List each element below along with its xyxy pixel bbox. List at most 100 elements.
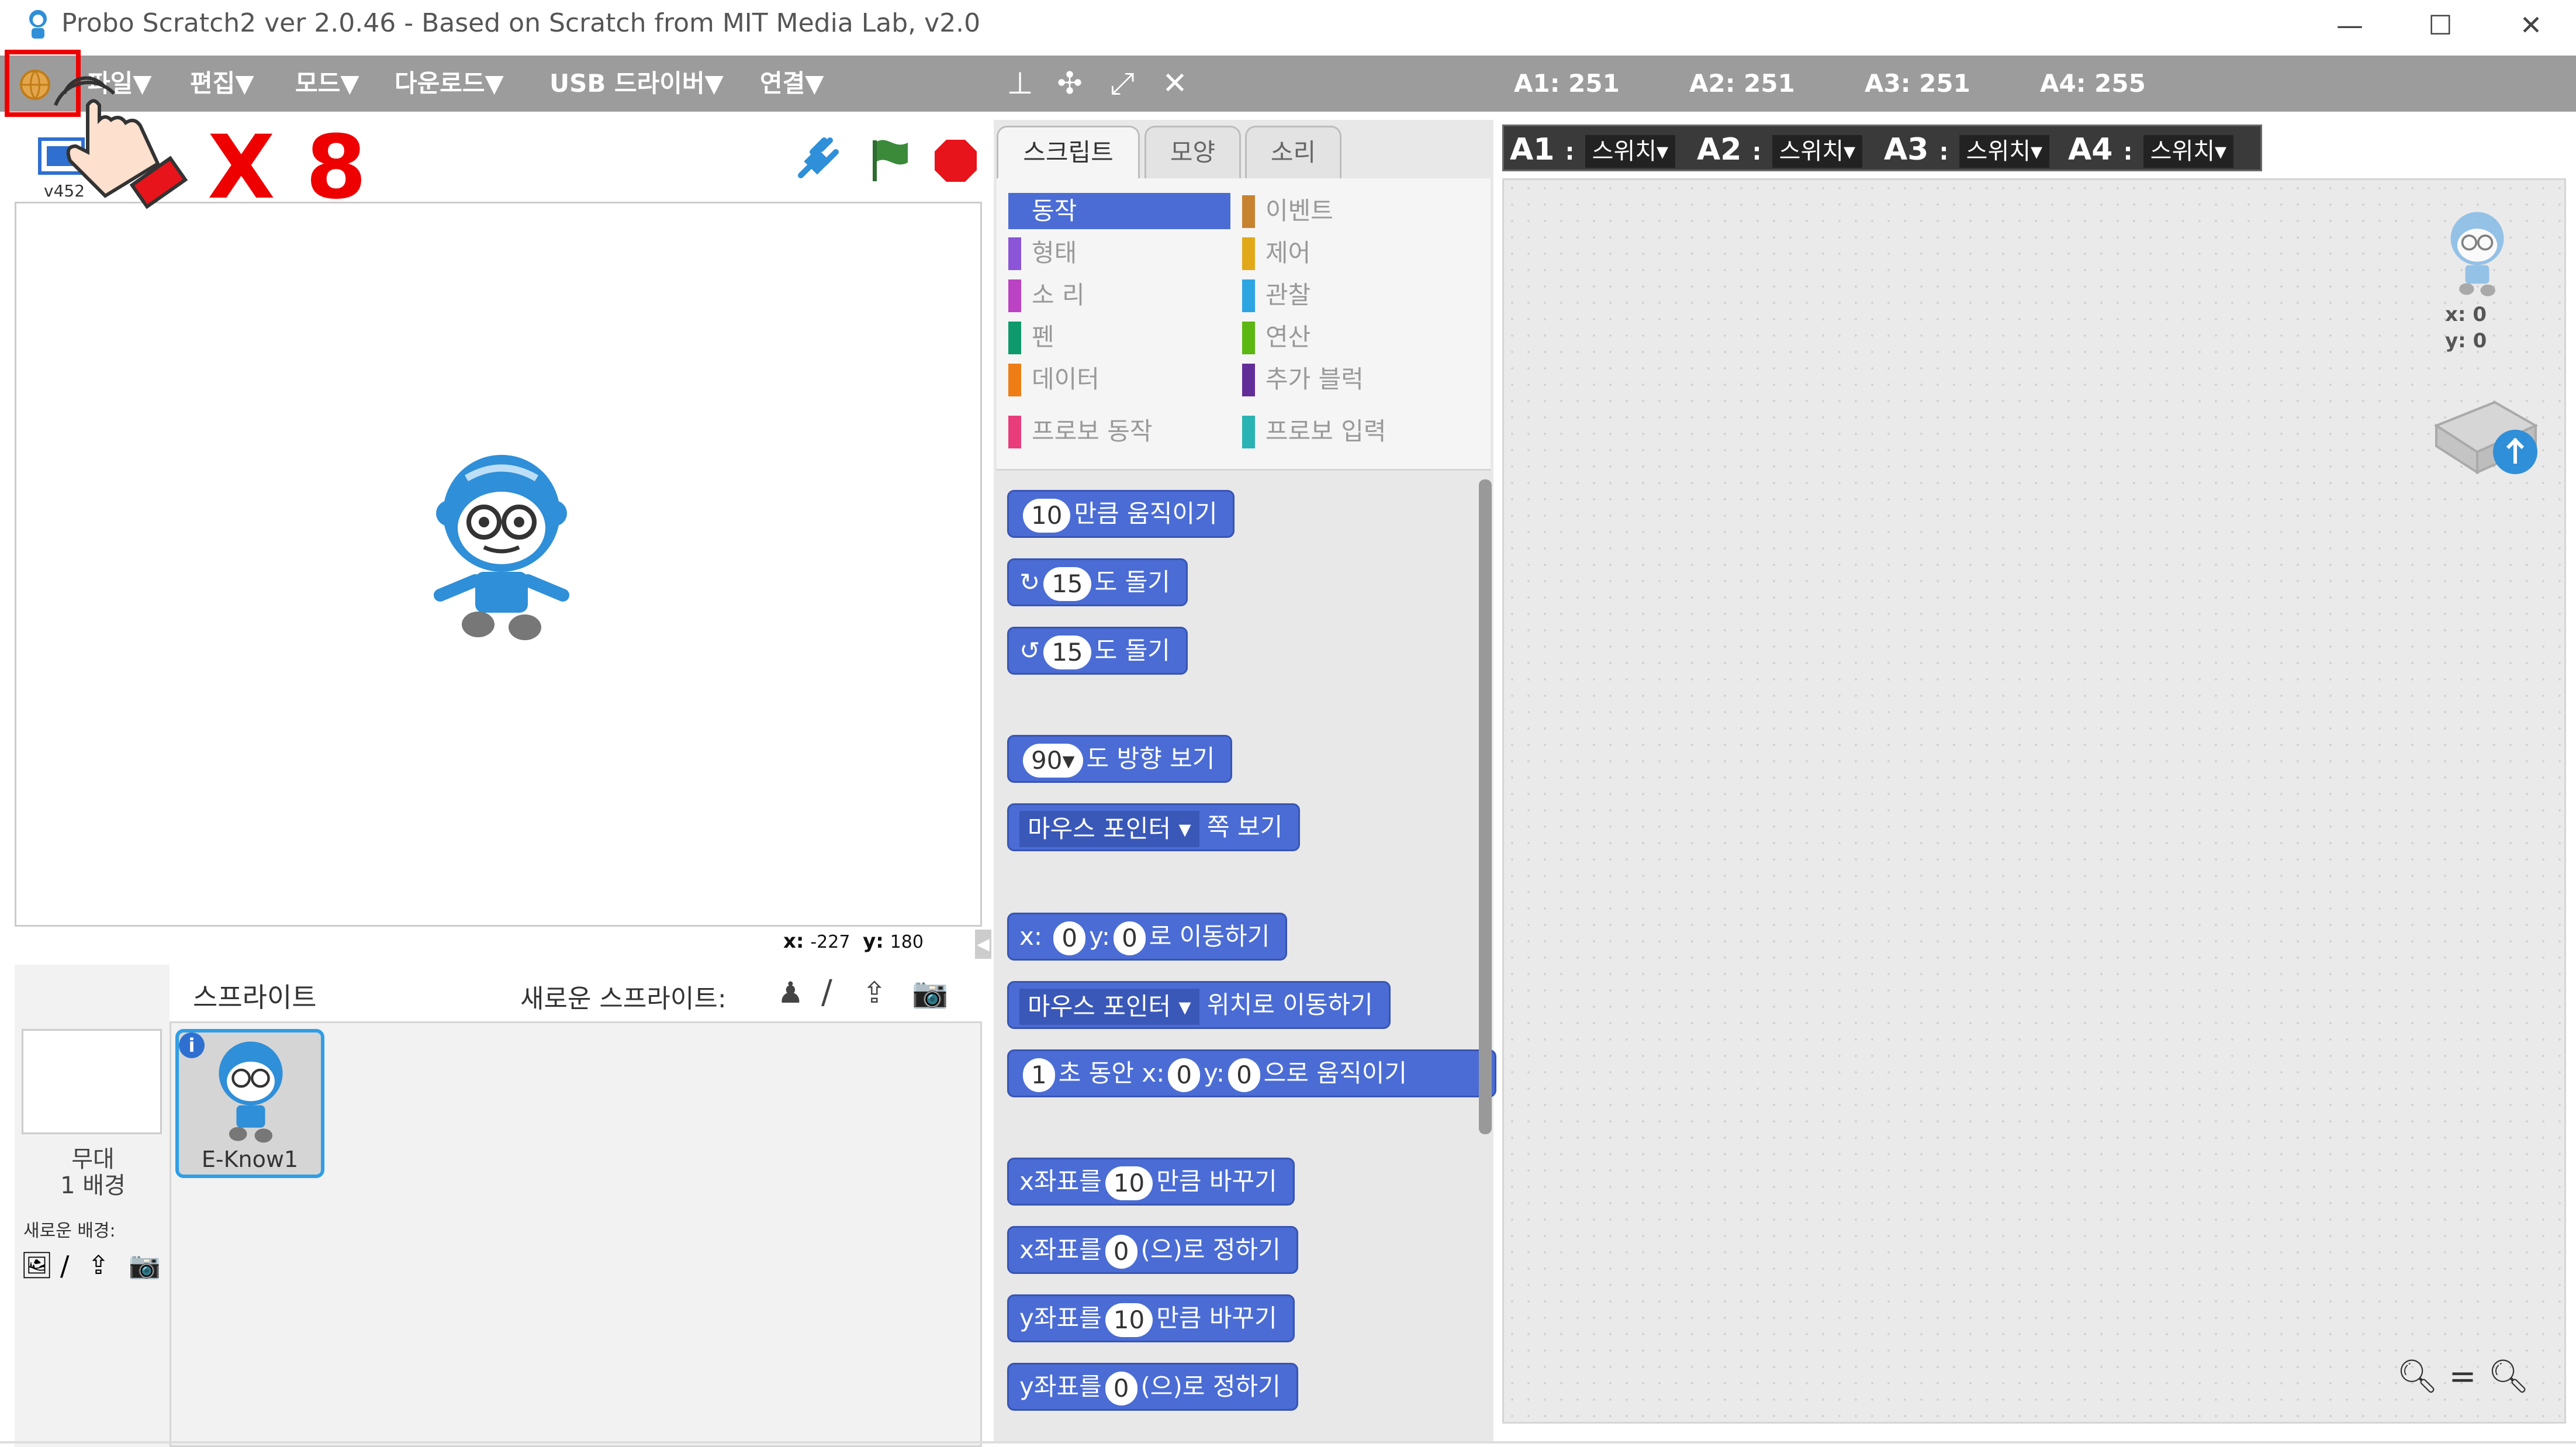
- stamp-icon[interactable]: ⊥: [1002, 66, 1038, 101]
- y-input[interactable]: 0: [1105, 1371, 1137, 1405]
- sprites-title: 스프라이트: [193, 982, 317, 1013]
- direction-dropdown[interactable]: 90▾: [1023, 743, 1083, 778]
- block-turn-left[interactable]: ↺ 15 도 돌기: [1007, 627, 1188, 675]
- block-text: 으로 움직이기: [1263, 1059, 1407, 1087]
- category-looks[interactable]: 형태: [1008, 235, 1230, 271]
- category-motion[interactable]: 동작: [1008, 193, 1230, 229]
- dx-input[interactable]: 10: [1105, 1166, 1153, 1200]
- category-more-blocks[interactable]: 추가 블럭: [1242, 361, 1464, 398]
- script-area[interactable]: x: 0 y: 0: [1502, 178, 2566, 1424]
- block-text: 쪽 보기: [1206, 813, 1283, 841]
- sprite-library-icon[interactable]: ♟: [777, 975, 812, 1010]
- switch-label: A4: [2068, 132, 2113, 167]
- sprite-upload-icon[interactable]: ⇪: [862, 975, 897, 1010]
- sprite-paint-brush-icon[interactable]: /: [821, 975, 850, 1010]
- block-text: x좌표를: [1019, 1167, 1102, 1196]
- coord-x-label: x:: [783, 930, 804, 953]
- y-input[interactable]: 0: [1228, 1058, 1260, 1092]
- category-label: 프로보 입력: [1265, 417, 1386, 446]
- category-operators[interactable]: 연산: [1242, 319, 1464, 355]
- palette-scrollbar[interactable]: [1479, 479, 1492, 1134]
- mouse-coordinates: x: -227 y: 180: [783, 930, 959, 959]
- menu-download[interactable]: 다운로드▼: [395, 56, 504, 112]
- switch-a4-dropdown[interactable]: 스위치▾: [2143, 135, 2234, 168]
- category-control[interactable]: 제어: [1242, 235, 1464, 271]
- probo-board-usb-icon[interactable]: [2425, 385, 2547, 478]
- bottom-divider: [0, 1441, 2576, 1443]
- block-change-x[interactable]: x좌표를 10 만큼 바꾸기: [1007, 1158, 1295, 1206]
- category-panel: 동작 형태 소 리 펜 데이터 프로보 동작 이벤트 제어 관찰 연산 추가 블…: [997, 178, 1491, 471]
- maximize-button[interactable]: ☐: [2405, 5, 2475, 46]
- switch-a3-dropdown[interactable]: 스위치▾: [1959, 135, 2050, 168]
- switch-a1-dropdown[interactable]: 스위치▾: [1585, 135, 1676, 168]
- sensor-a4: A4: 255: [2040, 69, 2146, 98]
- sprite-thumbnail-selected[interactable]: i E-Know1: [175, 1029, 324, 1178]
- menu-connect[interactable]: 연결▼: [760, 56, 824, 112]
- target-dropdown[interactable]: 마우스 포인터 ▾: [1019, 810, 1199, 847]
- block-go-to-xy[interactable]: x: 0 y: 0 로 이동하기: [1007, 913, 1288, 961]
- block-go-to[interactable]: 마우스 포인터 ▾ 위치로 이동하기: [1007, 981, 1391, 1029]
- e-know-sprite-icon[interactable]: [426, 449, 578, 642]
- y-input[interactable]: 0: [1114, 921, 1146, 955]
- tab-costumes[interactable]: 모양: [1144, 126, 1241, 178]
- block-text: 도 돌기: [1094, 636, 1170, 665]
- rotate-ccw-icon: ↺: [1019, 636, 1040, 665]
- block-glide[interactable]: 1초 동안 x: 0 y: 0 으로 움직이기: [1007, 1049, 1496, 1097]
- category-pen[interactable]: 펜: [1008, 319, 1230, 355]
- collapse-stage-arrow-icon[interactable]: ◀: [975, 930, 991, 959]
- zoom-reset-icon[interactable]: =: [2442, 1356, 2483, 1397]
- block-change-y[interactable]: y좌표를 10 만큼 바꾸기: [1007, 1294, 1295, 1342]
- backdrop-upload-icon[interactable]: ⇪: [88, 1251, 123, 1280]
- backdrop-camera-icon[interactable]: 📷: [129, 1251, 164, 1280]
- x-input[interactable]: 0: [1053, 921, 1086, 955]
- stage-canvas[interactable]: [15, 202, 982, 927]
- degrees-input[interactable]: 15: [1043, 635, 1091, 669]
- backdrop-paint-icon[interactable]: 🖼: [20, 1251, 56, 1280]
- x-input[interactable]: 0: [1105, 1234, 1137, 1269]
- seconds-input[interactable]: 1: [1023, 1058, 1055, 1092]
- block-turn-right[interactable]: ↻ 15 도 돌기: [1007, 558, 1188, 606]
- menu-edit[interactable]: 편집▼: [190, 56, 254, 112]
- stop-sign-icon[interactable]: [932, 137, 979, 184]
- dy-input[interactable]: 10: [1105, 1303, 1153, 1337]
- cut-icon[interactable]: ✣: [1052, 66, 1087, 101]
- tab-scripts[interactable]: 스크립트: [997, 126, 1140, 178]
- category-events[interactable]: 이벤트: [1242, 193, 1464, 229]
- x-input[interactable]: 0: [1168, 1058, 1201, 1092]
- sprite-info-icon[interactable]: i: [179, 1032, 205, 1058]
- stage-thumbnail[interactable]: [22, 1029, 162, 1134]
- green-flag-icon[interactable]: [862, 134, 915, 187]
- category-label: 추가 블럭: [1265, 365, 1364, 393]
- menu-usb-driver[interactable]: USB 드라이버▼: [549, 56, 724, 112]
- category-sound[interactable]: 소 리: [1008, 277, 1230, 313]
- block-text: 만큼 바꾸기: [1156, 1304, 1277, 1332]
- backdrop-brush-icon[interactable]: /: [60, 1251, 84, 1280]
- block-point-towards[interactable]: 마우스 포인터 ▾ 쪽 보기: [1007, 803, 1300, 851]
- shrink-icon[interactable]: ✕: [1157, 66, 1192, 101]
- degrees-input[interactable]: 15: [1043, 567, 1091, 601]
- minimize-button[interactable]: —: [2315, 5, 2385, 46]
- connect-plug-icon[interactable]: [789, 134, 842, 187]
- category-sensing[interactable]: 관찰: [1242, 277, 1464, 313]
- switch-label: A2: [1697, 132, 1742, 167]
- block-text: y:: [1089, 922, 1111, 951]
- category-probo-motion[interactable]: 프로보 동작: [1008, 413, 1230, 450]
- category-probo-input[interactable]: 프로보 입력: [1242, 413, 1464, 450]
- category-data[interactable]: 데이터: [1008, 361, 1230, 398]
- block-move-steps[interactable]: 10 만큼 움직이기: [1007, 490, 1235, 538]
- zoom-in-icon[interactable]: 🔍︎: [2488, 1356, 2529, 1397]
- steps-input[interactable]: 10: [1023, 498, 1071, 533]
- switch-bar: A1 : 스위치▾ A2 : 스위치▾ A3 : 스위치▾ A4 : 스위치▾: [1502, 125, 2262, 171]
- block-set-y[interactable]: y좌표를 0 (으)로 정하기: [1007, 1363, 1298, 1411]
- tab-sounds[interactable]: 소리: [1245, 126, 1341, 178]
- menu-mode[interactable]: 모드▼: [295, 56, 359, 112]
- switch-a2-dropdown[interactable]: 스위치▾: [1772, 135, 1863, 168]
- close-button[interactable]: ✕: [2496, 5, 2566, 46]
- block-point-direction[interactable]: 90▾ 도 방향 보기: [1007, 735, 1233, 783]
- grow-icon[interactable]: ⤢: [1105, 66, 1140, 101]
- sprite-camera-icon[interactable]: 📷: [912, 975, 953, 1010]
- target-dropdown[interactable]: 마우스 포인터 ▾: [1019, 988, 1199, 1025]
- block-set-x[interactable]: x좌표를 0 (으)로 정하기: [1007, 1226, 1298, 1274]
- switch-sep: :: [1752, 139, 1762, 165]
- zoom-out-icon[interactable]: 🔍︎: [2397, 1356, 2438, 1397]
